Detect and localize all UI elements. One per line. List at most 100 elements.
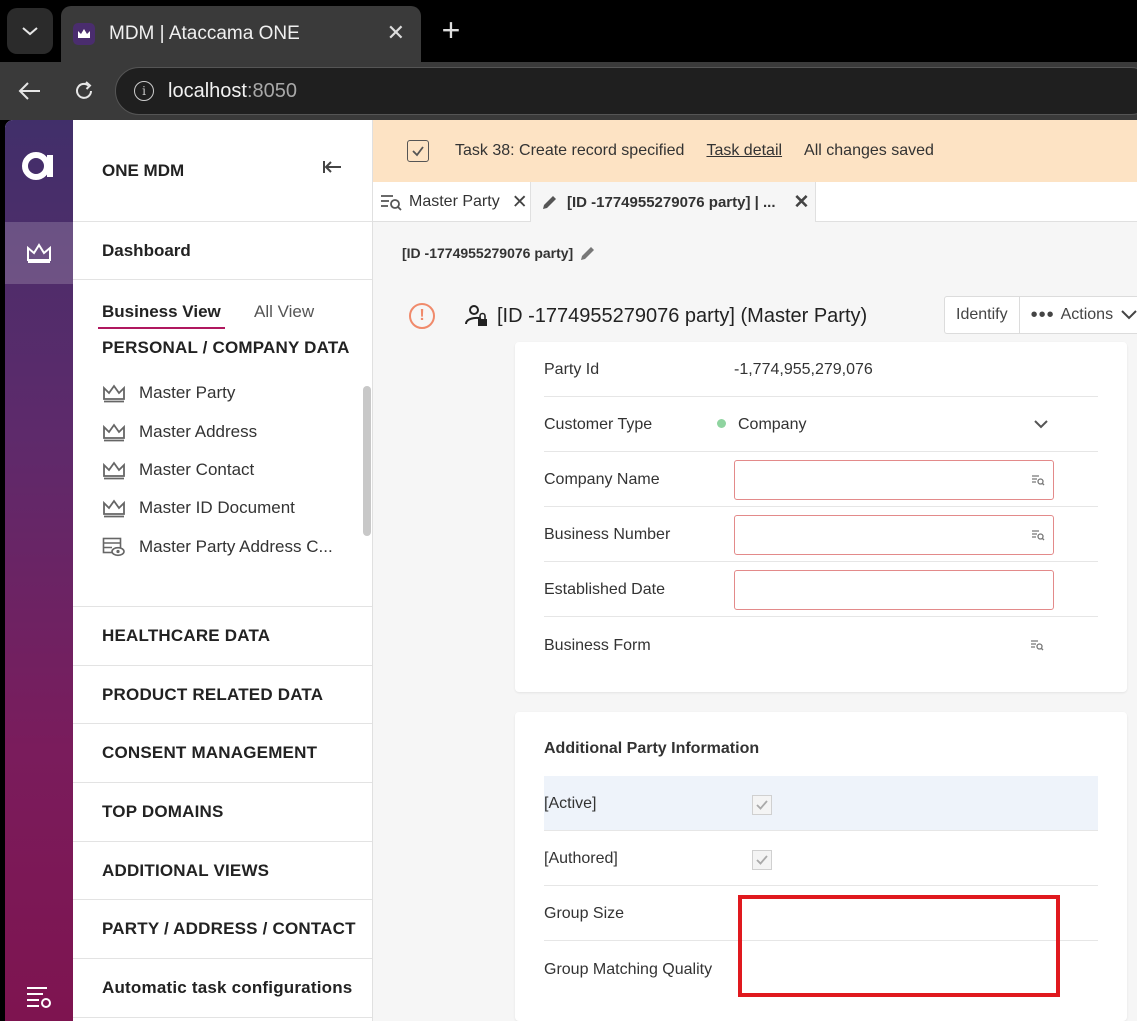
section-personal-company-data[interactable]: PERSONAL / COMPANY DATA <box>73 328 372 368</box>
authored-checkbox[interactable] <box>752 850 772 870</box>
sidebar-item-master-party-address[interactable]: Master Party Address C... <box>73 528 372 566</box>
sidebar-item-dashboard[interactable]: Dashboard <box>73 222 372 280</box>
pencil-icon[interactable] <box>579 244 597 262</box>
warning-icon[interactable]: ! <box>409 303 435 329</box>
party-details-card: Party Id -1,774,955,279,076 Customer Typ… <box>515 342 1127 692</box>
record-breadcrumb: [ID -1774955279076 party] <box>402 244 597 262</box>
lookup-icon[interactable] <box>1030 638 1044 652</box>
established-date-row: Established Date <box>544 562 1098 617</box>
section-party-address-contact[interactable]: PARTY / ADDRESS / CONTACT <box>73 900 372 960</box>
lookup-icon[interactable] <box>1031 473 1045 487</box>
save-status: All changes saved <box>804 142 934 159</box>
field-label: Party Id <box>544 361 600 378</box>
record-tabs: Master Party ✕ [ID -1774955279076 party]… <box>373 182 1137 222</box>
section-top-domains[interactable]: TOP DOMAINS <box>73 783 372 842</box>
record-title: [ID -1774955279076 party] (Master Party) <box>497 304 868 327</box>
business-form-row: Business Form <box>544 618 1098 673</box>
personal-items-list: Master Party Master Address Master Conta… <box>73 368 372 607</box>
more-dots-icon: ••• <box>1030 303 1055 326</box>
crown-icon <box>102 498 126 518</box>
task-check-icon <box>407 140 429 162</box>
lookup-icon[interactable] <box>1031 528 1045 542</box>
status-dot <box>717 419 726 428</box>
established-date-input[interactable] <box>734 570 1054 610</box>
tab-all-view[interactable]: All View <box>254 302 314 322</box>
chevron-down-icon <box>1121 310 1137 320</box>
section-healthcare-data[interactable]: HEALTHCARE DATA <box>73 607 372 666</box>
url-host: localhost <box>168 79 247 102</box>
sidebar-item-label: Dashboard <box>102 240 191 260</box>
close-icon[interactable]: ✕ <box>793 191 809 214</box>
section-automatic-task-configurations[interactable]: Automatic task configurations <box>73 959 372 1018</box>
back-arrow-icon[interactable] <box>13 74 47 108</box>
browser-navbar: i localhost:8050 <box>0 62 1137 120</box>
browser-tab-active[interactable]: MDM | Ataccama ONE ✕ <box>61 6 421 62</box>
tab-business-view[interactable]: Business View <box>98 302 225 329</box>
field-label: Business Form <box>544 637 651 654</box>
crown-icon <box>102 422 126 442</box>
additional-party-info-card: Additional Party Information [Active] [A… <box>515 712 1127 1021</box>
sidebar: ONE MDM Dashboard Business View All View… <box>73 120 373 1021</box>
table-view-icon <box>102 537 126 557</box>
close-icon[interactable]: ✕ <box>512 191 528 214</box>
close-tab-icon[interactable]: ✕ <box>387 20 405 46</box>
section-additional-views[interactable]: ADDITIONAL VIEWS <box>73 842 372 901</box>
tab-label: [ID -1774955279076 party] | ... <box>567 193 776 211</box>
browser-tab-title: MDM | Ataccama ONE <box>109 23 300 44</box>
settings-list-icon[interactable] <box>25 984 53 1010</box>
site-info-icon[interactable]: i <box>134 81 154 101</box>
sidebar-item-master-id-document[interactable]: Master ID Document <box>73 489 372 527</box>
breadcrumb-label: [ID -1774955279076 party] <box>402 245 574 261</box>
customer-type-select[interactable]: Company <box>717 416 806 434</box>
sidebar-item-label: Master Contact <box>139 459 255 479</box>
sidebar-item-label: Master Party Address C... <box>139 536 333 556</box>
business-number-row: Business Number <box>544 507 1098 562</box>
ataccama-logo-icon[interactable] <box>19 144 59 184</box>
reload-icon[interactable] <box>67 74 101 108</box>
authored-row: [Authored] <box>544 831 1098 886</box>
card-title: Additional Party Information <box>544 740 760 757</box>
active-row: [Active] <box>544 776 1098 831</box>
collapse-sidebar-icon[interactable] <box>322 160 342 174</box>
field-label: Established Date <box>544 581 665 598</box>
task-banner: Task 38: Create record specified Task de… <box>373 120 1137 182</box>
section-consent-management[interactable]: CONSENT MANAGEMENT <box>73 724 372 784</box>
app-rail <box>5 120 73 1021</box>
business-number-input[interactable] <box>734 515 1054 555</box>
locked-person-icon <box>465 305 487 326</box>
tab-search-chevron-icon[interactable] <box>7 8 53 54</box>
active-checkbox[interactable] <box>752 795 772 815</box>
section-product-related-data[interactable]: PRODUCT RELATED DATA <box>73 666 372 725</box>
identify-button[interactable]: Identify <box>945 297 1020 333</box>
mdm-crown-icon[interactable] <box>5 222 73 284</box>
app-window: ONE MDM Dashboard Business View All View… <box>5 120 1137 1021</box>
sidebar-scrollbar[interactable] <box>363 386 371 536</box>
customer-type-row[interactable]: Customer Type Company <box>544 397 1098 452</box>
customer-type-value: Company <box>738 416 807 433</box>
company-name-row: Company Name <box>544 452 1098 507</box>
record-header: ! [ID -1774955279076 party] (Master Part… <box>409 296 1137 336</box>
tab-master-party[interactable]: Master Party ✕ <box>379 182 531 222</box>
group-matching-quality-row: Group Matching Quality <box>544 942 1098 997</box>
actions-dropdown[interactable]: ••• Actions <box>1020 297 1137 333</box>
sidebar-item-master-party[interactable]: Master Party <box>73 374 372 412</box>
address-bar[interactable]: i localhost:8050 <box>115 67 1137 115</box>
task-detail-link[interactable]: Task detail <box>706 142 782 160</box>
chevron-down-icon[interactable] <box>1034 419 1048 429</box>
sidebar-item-master-contact[interactable]: Master Contact <box>73 451 372 489</box>
field-label: Business Number <box>544 526 671 543</box>
pencil-icon <box>543 196 556 209</box>
tab-record-edit[interactable]: [ID -1774955279076 party] | ... ✕ <box>531 182 816 222</box>
task-text: Task 38: Create record specified <box>455 142 685 159</box>
view-switcher: Business View All View <box>73 280 372 329</box>
url-port: :8050 <box>246 79 297 102</box>
company-name-input[interactable] <box>734 460 1054 500</box>
new-tab-plus-icon[interactable]: + <box>433 10 469 50</box>
sidebar-header: ONE MDM <box>73 120 372 222</box>
sidebar-item-master-address[interactable]: Master Address <box>73 412 372 450</box>
actions-label: Actions <box>1060 306 1114 323</box>
main-content: Task 38: Create record specified Task de… <box>373 120 1137 1021</box>
sidebar-item-label: Master ID Document <box>139 498 295 518</box>
ataccama-favicon-icon <box>73 23 95 45</box>
field-label: Customer Type <box>544 416 653 433</box>
